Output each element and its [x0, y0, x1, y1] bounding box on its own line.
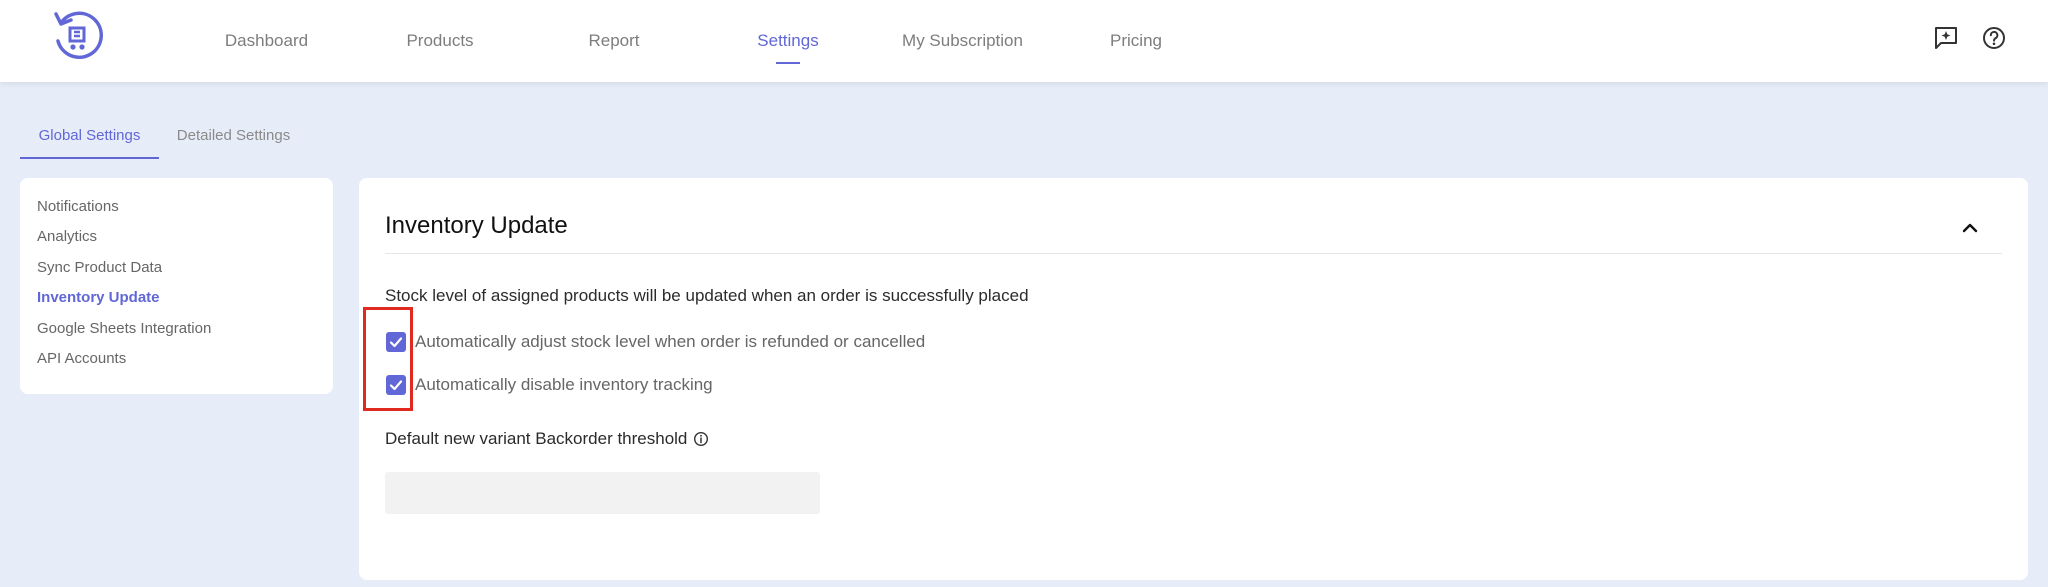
- tab-active-indicator: [20, 157, 159, 159]
- inventory-update-card: Inventory Update Stock level of assigned…: [359, 178, 2028, 580]
- sidebar-item-analytics[interactable]: Analytics: [20, 222, 333, 253]
- tab-detailed-settings[interactable]: Detailed Settings: [166, 112, 301, 158]
- nav-pricing[interactable]: Pricing: [1098, 0, 1174, 82]
- option-adjust-stock-row: Automatically adjust stock level when or…: [385, 330, 925, 354]
- adjust-stock-label: Automatically adjust stock level when or…: [415, 332, 926, 351]
- sidebar-item-sync-product-data[interactable]: Sync Product Data: [20, 252, 333, 283]
- checkbox-highlight-box: [363, 307, 413, 411]
- help-icon[interactable]: [1980, 24, 2008, 52]
- card-title: Inventory Update: [385, 212, 568, 239]
- info-icon[interactable]: [693, 431, 709, 447]
- card-divider: [385, 253, 2002, 254]
- nav-dashboard[interactable]: Dashboard: [209, 0, 324, 82]
- nav-products[interactable]: Products: [388, 0, 492, 82]
- sidebar-item-notifications[interactable]: Notifications: [20, 191, 333, 222]
- sidebar-item-google-sheets-integration[interactable]: Google Sheets Integration: [20, 313, 333, 344]
- option-disable-tracking-row: Automatically disable inventory tracking: [385, 373, 713, 397]
- app-logo-icon[interactable]: [50, 8, 108, 66]
- nav-my-subscription[interactable]: My Subscription: [890, 0, 1035, 82]
- sidebar-item-api-accounts[interactable]: API Accounts: [20, 344, 333, 375]
- top-navigation-bar: Dashboard Products Report Settings My Su…: [0, 0, 2048, 82]
- chevron-up-icon[interactable]: [1958, 216, 1982, 240]
- tab-global-settings[interactable]: Global Settings: [20, 112, 159, 158]
- nav-active-indicator: [776, 62, 800, 64]
- backorder-threshold-input[interactable]: [385, 472, 820, 514]
- feedback-icon[interactable]: [1932, 24, 1960, 52]
- nav-settings[interactable]: Settings: [742, 0, 834, 82]
- disable-tracking-label: Automatically disable inventory tracking: [415, 375, 713, 394]
- card-description: Stock level of assigned products will be…: [385, 286, 1029, 305]
- settings-sidebar: Notifications Analytics Sync Product Dat…: [20, 178, 333, 394]
- sidebar-item-inventory-update[interactable]: Inventory Update: [20, 283, 333, 314]
- backorder-threshold-label-text: Default new variant Backorder threshold: [385, 429, 688, 448]
- backorder-threshold-label: Default new variant Backorder threshold: [385, 429, 709, 449]
- nav-report[interactable]: Report: [572, 0, 656, 82]
